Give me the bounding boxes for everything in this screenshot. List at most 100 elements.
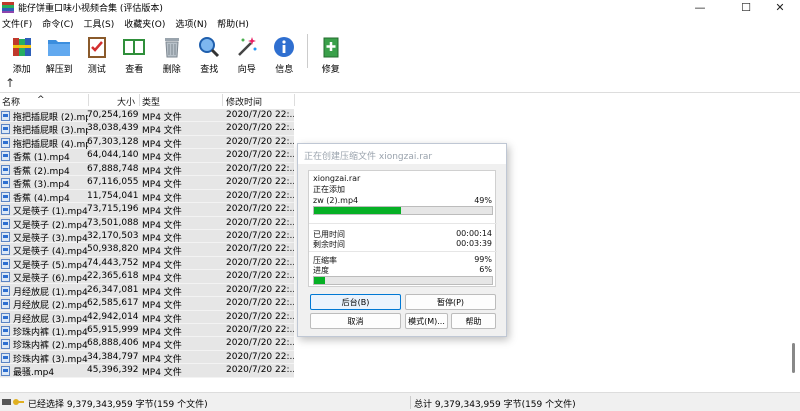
menu-help[interactable]: 帮助(H) <box>217 17 249 30</box>
file-modified: 2020/7/20 22:... <box>226 244 294 255</box>
help-button[interactable]: 帮助 <box>451 313 496 329</box>
table-row[interactable]: 香蕉 (4).mp4 11,754,041 MP4 文件 2020/7/20 22:.… <box>0 189 294 204</box>
file-name: 拖把插屁眼 (3).mp4 <box>13 126 88 137</box>
table-row[interactable]: 又是筷子 (6).mp4 22,365,618 MP4 文件 2020/7/20 22… <box>0 270 294 284</box>
column-type[interactable]: 类型 <box>142 95 160 108</box>
table-row[interactable]: 又是筷子 (4).mp4 50,938,820 MP4 文件 2020/7/20 22… <box>0 243 294 258</box>
file-size: 38,038,439 <box>87 123 139 134</box>
extract-to-button[interactable]: 解压到 <box>41 32 79 75</box>
up-arrow-icon[interactable]: ↑ <box>5 76 15 90</box>
magnifier-icon <box>196 34 222 60</box>
file-type: MP4 文件 <box>142 207 182 218</box>
table-row[interactable]: 又是筷子 (3).mp4 32,170,503 MP4 文件 2020/7/20 22… <box>0 229 294 244</box>
file-type: MP4 文件 <box>142 180 182 191</box>
file-type: MP4 文件 <box>142 233 182 244</box>
view-button[interactable]: 查看 <box>116 32 154 75</box>
file-modified: 2020/7/20 22:... <box>226 150 294 161</box>
close-button[interactable]: ✕ <box>760 0 800 15</box>
file-type: MP4 文件 <box>142 220 182 231</box>
add-button[interactable]: 添加 <box>3 32 41 75</box>
file-size: 67,116,055 <box>87 177 139 188</box>
books-add-icon <box>9 34 35 60</box>
scrollbar-thumb[interactable] <box>792 343 795 373</box>
file-type: MP4 文件 <box>142 166 182 177</box>
file-size: 11,754,041 <box>87 190 139 201</box>
find-button[interactable]: 查找 <box>191 32 229 75</box>
menu-options[interactable]: 选项(N) <box>175 17 207 30</box>
file-modified: 2020/7/20 22:... <box>226 298 294 309</box>
wizard-button[interactable]: 向导 <box>228 32 266 75</box>
table-row[interactable]: 拖把插屁眼 (4).mp467,303,128MP4 文件 2020/7/20 2… <box>0 135 294 150</box>
table-row[interactable]: 月经放屁 (3).mp4 42,942,014 MP4 文件 2020/7/20 22… <box>0 310 294 325</box>
info-button[interactable]: 信息 <box>266 32 304 75</box>
column-divider[interactable] <box>222 94 223 106</box>
mp4-file-icon <box>1 111 10 121</box>
column-size[interactable]: 大小 <box>117 95 135 108</box>
table-row[interactable]: 月经放屁 (2).mp4 62,585,617 MP4 文件 2020/7/20 22… <box>0 297 294 312</box>
mp4-file-icon <box>1 124 10 135</box>
menu-tools[interactable]: 工具(S) <box>84 17 115 30</box>
file-type: MP4 文件 <box>142 247 182 258</box>
file-name: 珍珠内裤 (2).mp4 <box>13 341 88 352</box>
file-name: 月经放屁 (2).mp4 <box>13 301 88 312</box>
column-divider[interactable] <box>294 94 295 106</box>
file-type: MP4 文件 <box>142 153 182 164</box>
pause-button[interactable]: 暂停(P) <box>405 294 496 310</box>
mp4-file-icon <box>1 191 10 202</box>
dialog-title-bar[interactable]: 正在创建压缩文件 xiongzai.rar <box>298 144 506 164</box>
status-total: 总计 9,379,343,959 字节(159 个文件) <box>414 400 576 410</box>
column-modified[interactable]: 修改时间 <box>226 95 262 108</box>
delete-button[interactable]: 删除 <box>153 32 191 75</box>
cancel-button[interactable]: 取消 <box>310 313 401 329</box>
test-label: 测试 <box>87 65 106 75</box>
title-bar: 能仔饼重口味小视频合集 (评估版本) — ☐ ✕ <box>0 0 800 15</box>
ratio-value: 99% <box>474 255 492 264</box>
column-name[interactable]: 名称 <box>2 95 20 108</box>
mp4-file-icon <box>1 339 10 350</box>
file-name: 拖把插屁眼 (4).mp4 <box>13 139 88 150</box>
table-row[interactable]: 最骚.mp4 45,396,392 MP4 文件 2020/7/20 22:... <box>0 364 294 379</box>
clipboard-test-icon <box>84 34 110 60</box>
repair-button[interactable]: 修复 <box>312 32 350 75</box>
test-button[interactable]: 测试 <box>78 32 116 75</box>
file-name: 又是筷子 (4).mp4 <box>13 247 88 258</box>
file-type: MP4 文件 <box>142 368 182 379</box>
table-row[interactable]: 又是筷子 (1).mp4 73,715,196 MP4 文件 2020/7/20 22… <box>0 203 294 218</box>
file-type: MP4 文件 <box>142 287 182 298</box>
column-divider[interactable] <box>88 94 89 106</box>
table-row[interactable]: 珍珠内裤 (2).mp4 68,888,406 MP4 文件 2020/7/20 22… <box>0 337 294 352</box>
table-row[interactable]: 又是筷子 (5).mp4 74,443,752 MP4 文件 2020/7/20 22… <box>0 256 294 271</box>
table-row[interactable]: 香蕉 (3).mp4 67,116,055 MP4 文件 2020/7/20 22:.… <box>0 176 294 191</box>
minimize-button[interactable]: — <box>680 0 720 15</box>
winrar-app-icon <box>2 2 14 13</box>
table-row[interactable]: 珍珠内裤 (1).mp4 65,915,999 MP4 文件 2020/7/20 22… <box>0 324 294 338</box>
elapsed-value: 00:00:14 <box>456 229 492 238</box>
menu-favorites[interactable]: 收藏夹(O) <box>124 17 165 30</box>
table-row[interactable]: 香蕉 (2).mp4 67,888,748 MP4 文件 2020/7/20 22:.… <box>0 162 294 177</box>
table-row[interactable]: 月经放屁 (1).mp4 26,347,081 MP4 文件 2020/7/20 22… <box>0 283 294 298</box>
toolbar-divider <box>307 34 308 68</box>
table-row[interactable]: 拖把插屁眼 (2).mp470,254,169MP4 文件 2020/7/20 2… <box>0 109 294 123</box>
file-type: MP4 文件 <box>142 126 182 137</box>
table-row[interactable]: 珍珠内裤 (3).mp4 34,384,797 MP4 文件 2020/7/20 22… <box>0 350 294 365</box>
file-modified: 2020/7/20 22:... <box>226 204 294 215</box>
mode-button[interactable]: 模式(M)... <box>405 313 448 329</box>
file-name: 珍珠内裤 (1).mp4 <box>13 328 88 338</box>
file-size: 67,303,128 <box>87 136 139 147</box>
table-row[interactable]: 又是筷子 (2).mp4 73,501,088 MP4 文件 2020/7/20 22… <box>0 216 294 231</box>
column-divider[interactable] <box>139 94 140 106</box>
background-button[interactable]: 后台(B) <box>310 294 401 310</box>
file-size: 68,888,406 <box>87 338 139 349</box>
file-size: 50,938,820 <box>87 244 139 255</box>
file-modified: 2020/7/20 22:... <box>226 284 294 295</box>
table-row[interactable]: 拖把插屁眼 (3).mp438,038,439MP4 文件 2020/7/20 2… <box>0 122 294 137</box>
menu-file[interactable]: 文件(F) <box>2 17 32 30</box>
file-name: 又是筷子 (5).mp4 <box>13 260 88 271</box>
vertical-scrollbar[interactable] <box>787 93 800 391</box>
file-type: MP4 文件 <box>142 139 182 150</box>
table-row[interactable]: 香蕉 (1).mp4 64,044,140 MP4 文件 2020/7/20 22:.… <box>0 149 294 164</box>
menu-command[interactable]: 命令(C) <box>42 17 73 30</box>
book-view-icon <box>121 34 147 60</box>
mp4-file-icon <box>1 312 10 323</box>
delete-label: 删除 <box>162 65 181 75</box>
